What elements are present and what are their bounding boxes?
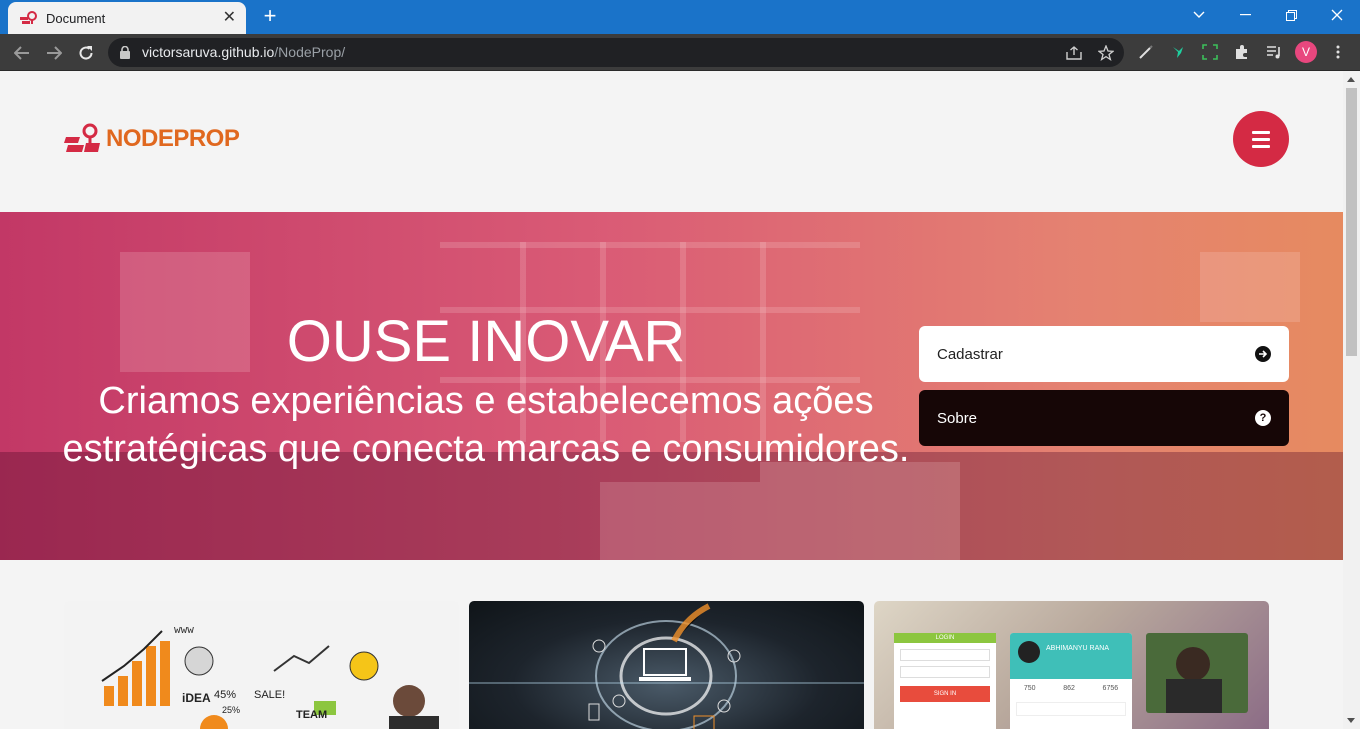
login-password-field	[900, 666, 990, 678]
scrollbar-thumb[interactable]	[1346, 88, 1357, 356]
marketing-sketch-image	[101, 630, 439, 729]
url-text: victorsaruva.github.io/NodeProp/	[142, 44, 345, 60]
hamburger-menu-button[interactable]	[1233, 111, 1289, 167]
logo-text: NODEPROP	[106, 125, 240, 152]
site-logo[interactable]: NODEPROP	[64, 123, 240, 155]
back-icon[interactable]	[9, 40, 35, 66]
shelf-decoration	[440, 242, 860, 248]
nodeprop-favicon-icon	[20, 11, 37, 24]
profile-widget: ABHIMANYU RANA 750 862 6756	[1010, 633, 1132, 729]
sketch-word: SALE!	[254, 689, 286, 701]
profile-widget-name: ABHIMANYU RANA	[1046, 645, 1110, 652]
sketch-word: 45%	[214, 689, 237, 701]
monitor-decoration	[760, 462, 960, 560]
hummingbird-extension-icon[interactable]	[1168, 42, 1188, 62]
sketch-word: www	[174, 623, 194, 636]
cadastrar-button[interactable]: Cadastrar	[919, 326, 1289, 382]
profile-widget-stats: 750 862 6756	[1010, 685, 1132, 692]
menu-bar-icon	[1252, 130, 1270, 134]
monitor-decoration	[600, 482, 760, 560]
hero-banner: OUSE INOVAR Criamos experiências e estab…	[0, 212, 1343, 560]
profile-widget-input	[1016, 702, 1126, 716]
hero-title: OUSE INOVAR	[286, 309, 686, 374]
feature-card-ui-design[interactable]: LOGIN SIGN IN ABHIMANYU RANA 750 862 675…	[874, 601, 1269, 729]
lock-icon	[120, 46, 130, 59]
video-person-body	[1166, 679, 1222, 713]
tab-close-icon[interactable]: ✕	[223, 10, 236, 26]
hero-subtitle: Criamos experiências e estabelecemos açõ…	[0, 377, 972, 473]
video-person-head	[1176, 647, 1210, 681]
profile-avatar[interactable]: V	[1295, 41, 1317, 63]
browser-tab[interactable]: Document ✕	[8, 2, 246, 34]
hero-subtitle-line: Criamos experiências e estabelecemos açõ…	[98, 380, 874, 422]
page-scrollbar[interactable]	[1343, 71, 1360, 729]
menu-bar-icon	[1252, 137, 1270, 141]
profile-stat: 750	[1023, 685, 1036, 692]
feature-card-marketing[interactable]: www iDEA 45% SALE! TEAM 25%	[64, 601, 459, 729]
url-host: victorsaruva.github.io	[142, 44, 275, 60]
close-window-icon[interactable]	[1314, 0, 1360, 30]
hero-subtitle-line: estratégicas que conecta marcas e consum…	[62, 428, 910, 470]
page-viewport: NODEPROP OUSE INOVAR Criamos experiência…	[0, 71, 1343, 729]
browser-titlebar: Document ✕ +	[0, 0, 1360, 34]
address-bar[interactable]: victorsaruva.github.io/NodeProp/	[108, 38, 1124, 67]
minimize-icon[interactable]	[1222, 0, 1268, 30]
login-widget: LOGIN SIGN IN	[894, 633, 996, 729]
login-widget-title: LOGIN	[894, 633, 996, 643]
scroll-down-icon[interactable]	[1347, 718, 1355, 723]
login-email-field	[900, 649, 990, 661]
profile-stat: 862	[1063, 685, 1075, 692]
lamp-decoration	[1200, 252, 1300, 322]
share-icon[interactable]	[1064, 43, 1084, 63]
browser-menu-icon[interactable]	[1328, 42, 1348, 62]
sketch-word: iDEA	[182, 691, 211, 705]
extensions-puzzle-icon[interactable]	[1232, 42, 1252, 62]
url-path: /NodeProp/	[274, 44, 346, 60]
scroll-up-icon[interactable]	[1347, 77, 1355, 82]
reload-icon[interactable]	[73, 40, 99, 66]
sketch-word: TEAM	[296, 709, 328, 721]
pen-extension-icon[interactable]	[1136, 42, 1156, 62]
forward-icon[interactable]	[41, 40, 67, 66]
screenshot-extension-icon[interactable]	[1200, 42, 1220, 62]
technology-image	[469, 603, 864, 729]
tab-search-icon[interactable]	[1176, 0, 1222, 30]
new-tab-button[interactable]: +	[258, 5, 282, 29]
profile-stat: 6756	[1102, 685, 1119, 692]
cadastrar-label: Cadastrar	[937, 345, 1003, 363]
video-widget	[1146, 633, 1248, 713]
nodeprop-logo-icon	[64, 123, 100, 152]
profile-widget-header: ABHIMANYU RANA	[1010, 633, 1132, 679]
sketch-word: 25%	[222, 705, 241, 715]
bookmark-star-icon[interactable]	[1096, 43, 1116, 63]
question-circle-icon: ?	[1255, 410, 1271, 426]
sobre-button[interactable]: Sobre ?	[919, 390, 1289, 446]
feature-card-technology[interactable]	[469, 601, 864, 729]
restore-icon[interactable]	[1268, 0, 1314, 30]
media-playlist-icon[interactable]	[1264, 42, 1284, 62]
menu-bar-icon	[1252, 144, 1270, 148]
sobre-label: Sobre	[937, 409, 978, 427]
tab-title: Document	[46, 10, 106, 26]
profile-widget-avatar	[1018, 641, 1040, 663]
browser-toolbar: victorsaruva.github.io/NodeProp/ V	[0, 34, 1360, 71]
login-signin-button: SIGN IN	[900, 686, 990, 702]
arrow-right-circle-icon	[1255, 346, 1271, 362]
